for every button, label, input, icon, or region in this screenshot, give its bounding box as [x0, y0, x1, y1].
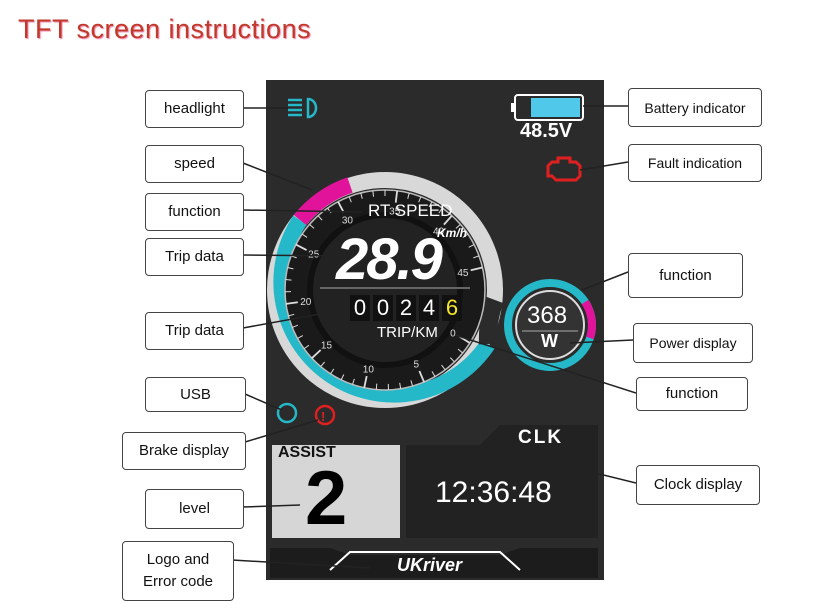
- voltage-readout: 48.5V: [520, 120, 573, 142]
- mode-label: RT SPEED: [368, 201, 453, 220]
- callout-level: level: [145, 489, 244, 529]
- trip-digit: 2: [396, 295, 416, 321]
- trip-digit: 4: [419, 295, 439, 321]
- trip-digit: 6: [442, 295, 462, 321]
- gauge-tick-label: 10: [363, 364, 375, 375]
- clock-label: CLK: [518, 427, 564, 448]
- callout-logo: Logo and Error code: [122, 541, 234, 601]
- usb-icon: [276, 402, 298, 424]
- callout-power: Power display: [633, 323, 753, 363]
- headlight-icon: [288, 97, 318, 119]
- callout-function: function: [636, 377, 748, 411]
- gauge-tick-label: 5: [413, 360, 419, 371]
- callout-headlight: headlight: [145, 90, 244, 128]
- callout-trip-data: Trip data: [145, 238, 244, 276]
- trip-digit: 0: [350, 295, 370, 321]
- gauge-tick-label: 15: [321, 341, 333, 352]
- assist-level: 2: [305, 456, 348, 541]
- svg-text:!: !: [321, 409, 325, 424]
- trip-label: TRIP/KM: [377, 324, 438, 341]
- callout-function: function: [145, 193, 244, 231]
- gauge-tick: [375, 383, 378, 390]
- gauge-tick: [285, 279, 292, 281]
- speed-readout: 28.9: [336, 227, 443, 292]
- power-readout: 368: [527, 302, 568, 329]
- callout-speed: speed: [145, 145, 244, 183]
- gauge-tick-label: 0: [450, 328, 456, 339]
- callout-logo-line1: Logo and: [146, 551, 210, 568]
- callout-brake: Brake display: [122, 432, 246, 470]
- callout-clock: Clock display: [636, 465, 760, 505]
- callout-fault: Fault indication: [628, 144, 762, 182]
- trip-odometer: 0 0 2 4 6: [350, 295, 462, 321]
- gauge-tick-label: 20: [300, 297, 312, 308]
- gauge-tick-label: 45: [457, 268, 469, 279]
- speed-unit: Km/h: [437, 226, 467, 240]
- power-unit: W: [541, 331, 558, 351]
- callout-logo-line2: Error code: [142, 573, 214, 590]
- brand-logo: UKriver: [397, 555, 463, 575]
- callout-battery: Battery indicator: [628, 88, 762, 127]
- clock-readout: 12:36:48: [435, 476, 552, 509]
- callout-usb: USB: [145, 377, 246, 412]
- fault-icon: [546, 156, 582, 182]
- trip-digit: 0: [373, 295, 393, 321]
- battery-fill: [531, 98, 580, 117]
- gauge-tick-label: 30: [342, 215, 354, 226]
- callout-trip-data: Trip data: [145, 312, 244, 350]
- callout-function: function: [628, 253, 743, 298]
